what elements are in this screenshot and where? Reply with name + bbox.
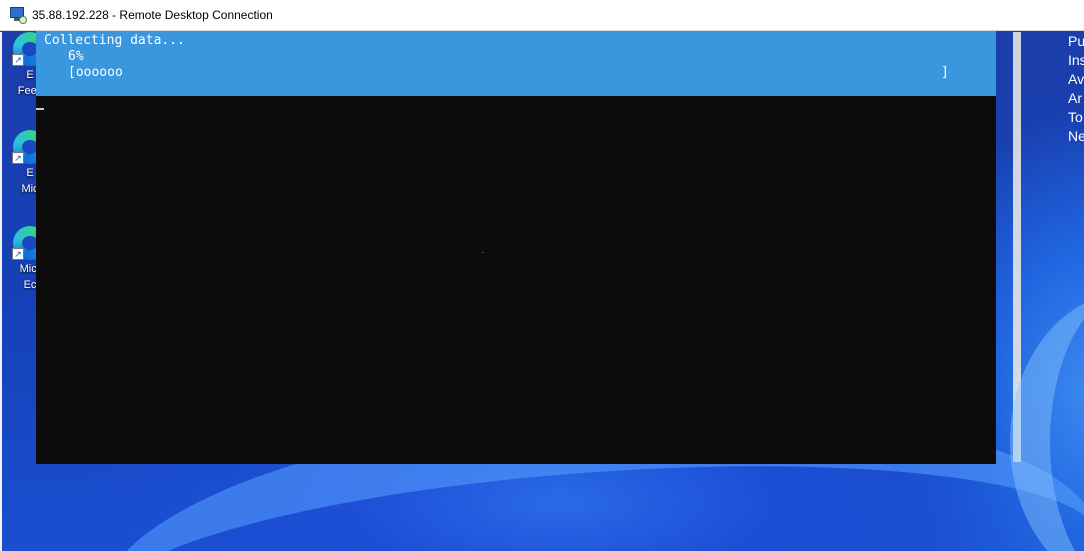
progress-status: Collecting data... [44,33,185,48]
console-cursor [36,108,44,110]
console-progress-area: Collecting data... 6% [oooooo ] [36,31,996,96]
info-line: Pu [1068,33,1084,49]
remote-desktop-icon [10,7,27,24]
desktop-window-shadow [1013,32,1021,462]
desktop-left-edge [0,32,2,551]
shortcut-arrow-icon: ↗ [12,152,24,164]
info-line: Ne [1068,128,1084,144]
info-line: Ins [1068,52,1084,68]
progress-bar-open: [ [68,65,76,80]
window-titlebar[interactable]: 35.88.192.228 - Remote Desktop Connectio… [0,0,1084,31]
progress-percent: 6% [68,49,84,64]
info-line: Av [1068,71,1084,87]
shortcut-arrow-icon: ↗ [12,54,24,66]
progress-bar-fill: oooooo [75,65,123,80]
console-window[interactable]: Collecting data... 6% [oooooo ] [36,31,996,464]
progress-bar: [oooooo [44,65,996,81]
window-title: 35.88.192.228 - Remote Desktop Connectio… [32,8,273,22]
shortcut-arrow-icon: ↗ [12,248,24,260]
info-line: Ar [1068,90,1082,106]
console-artifact [482,252,484,253]
progress-bar-close: ] [941,65,949,80]
desktop-info-text: Pu Ins Av Ar To Ne [1068,32,1084,146]
info-line: To [1068,109,1083,125]
